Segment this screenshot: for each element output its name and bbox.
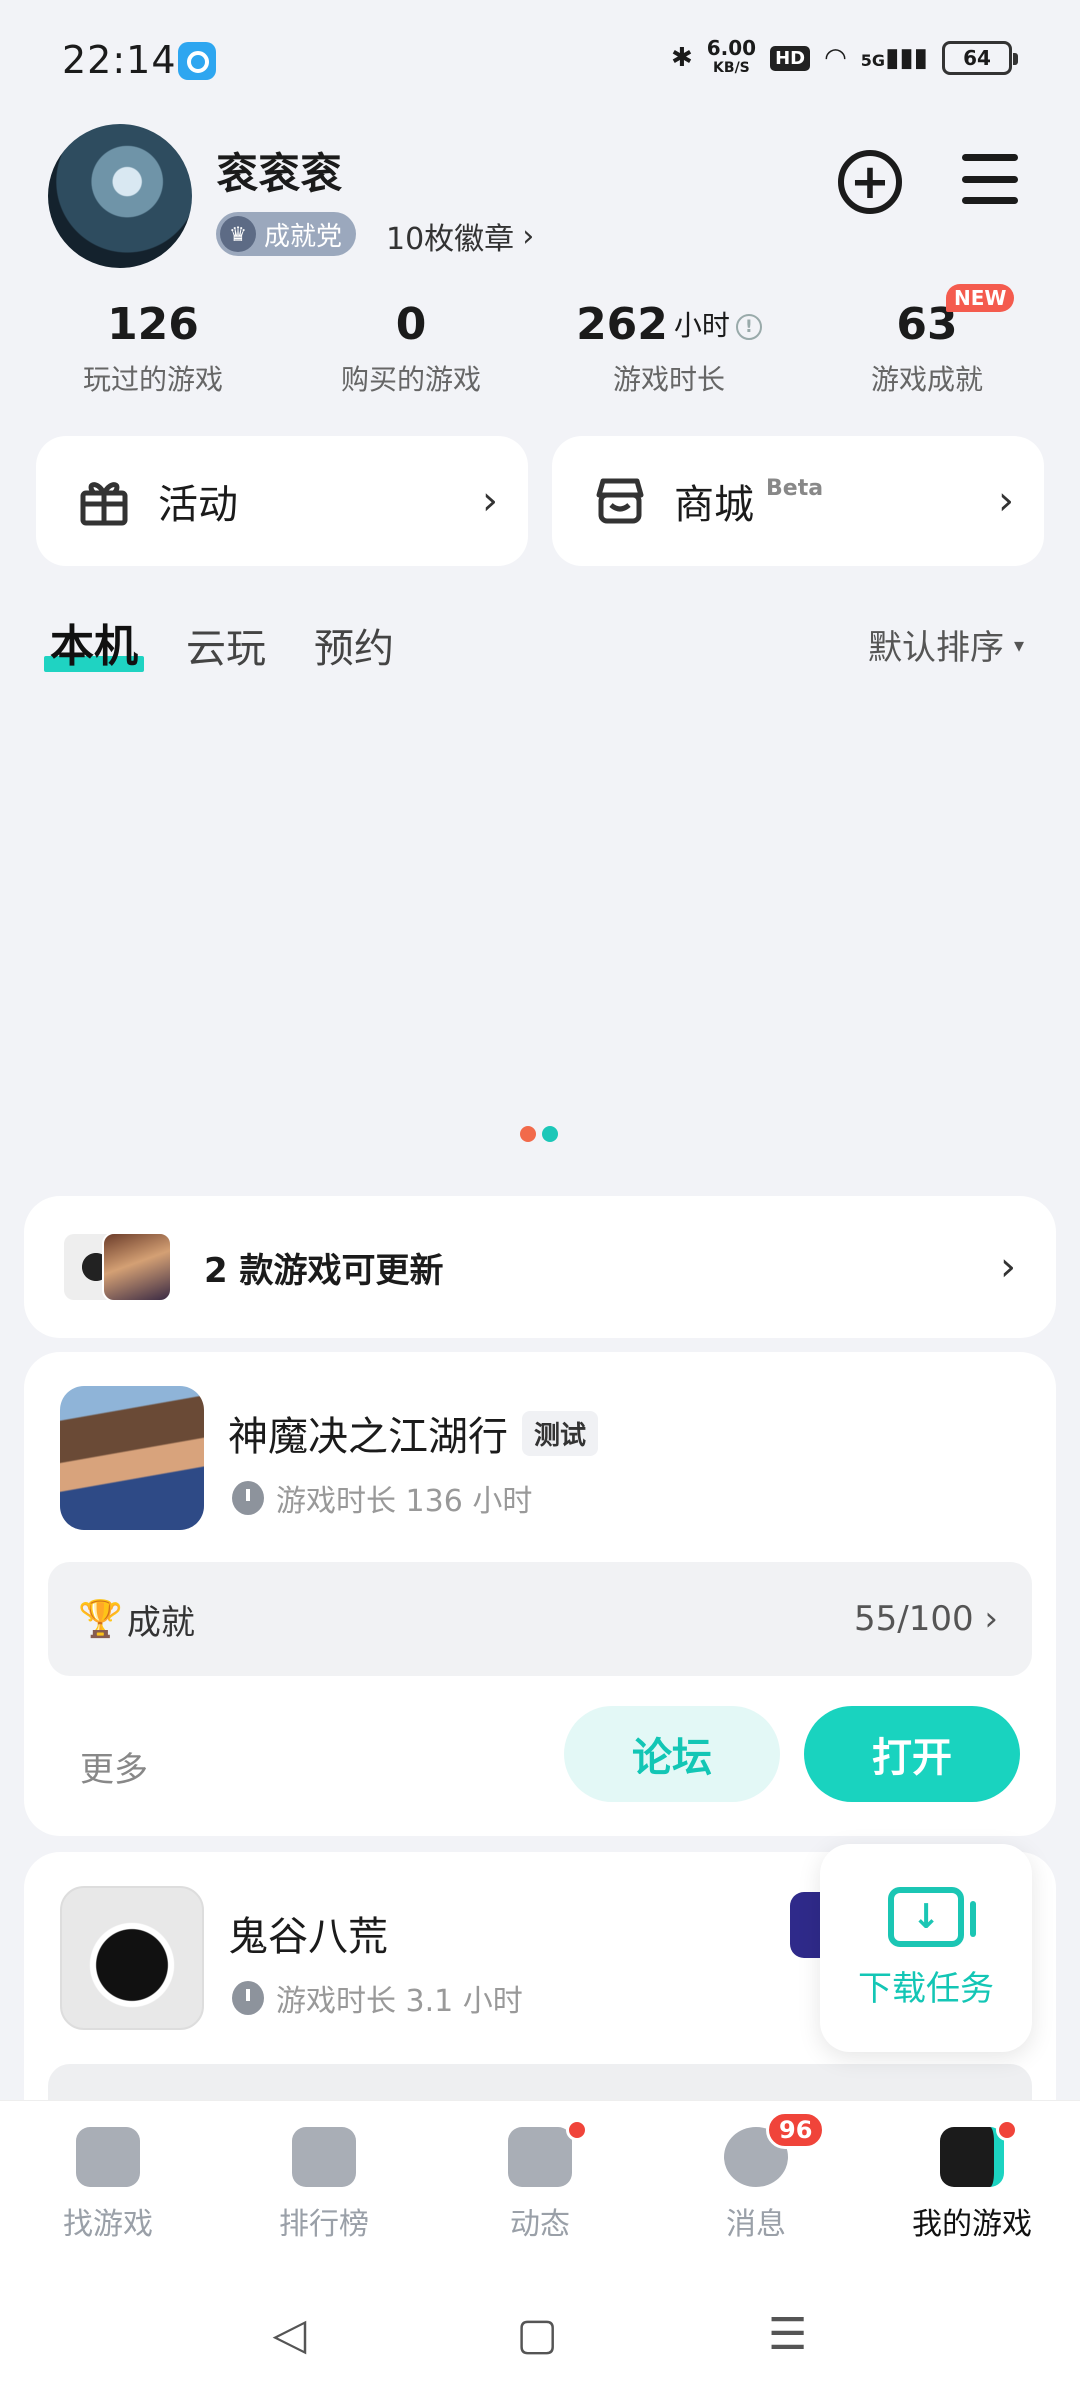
net-speed: 6.00 KB/S [706, 36, 757, 76]
avatar[interactable] [48, 124, 192, 268]
shop-card[interactable]: 商城 Beta › [552, 436, 1044, 566]
gift-icon [76, 473, 132, 529]
gamepad-icon [940, 2127, 1004, 2187]
stats-row: 126 玩过的游戏 0 购买的游戏 262 小时 ! 游戏时长 63 NEW 游… [24, 284, 1056, 404]
trophy-icon: ♛ [220, 216, 256, 252]
stopwatch-icon [232, 1981, 264, 2015]
game-icon [102, 1232, 172, 1302]
new-badge: NEW [946, 284, 1015, 312]
plus-icon: + [849, 154, 891, 210]
sort-dropdown[interactable]: 默认排序 ▾ [868, 620, 1024, 669]
stat-playtime[interactable]: 262 小时 ! 游戏时长 [540, 292, 798, 404]
rankings-icon [292, 2127, 356, 2187]
hd-icon: HD [770, 45, 811, 71]
updates-banner[interactable]: 2 款游戏可更新 › [24, 1196, 1056, 1338]
home-icon[interactable]: ▢ [516, 2309, 558, 2360]
game-playtime: 游戏时长 136 小时 [232, 1476, 532, 1520]
status-time: 22:14 [62, 38, 177, 82]
message-count-badge: 96 [766, 2111, 826, 2149]
recents-icon[interactable]: ☰ [768, 2309, 807, 2360]
bluetooth-icon: ✱ [670, 43, 693, 73]
info-icon[interactable]: ! [735, 314, 762, 340]
notification-dot [566, 2119, 588, 2141]
badge-count-link[interactable]: 10枚徽章 › [386, 214, 534, 258]
carousel-dot [520, 1126, 536, 1142]
chevron-right-icon: › [1000, 1244, 1016, 1290]
trophy-icon: 🏆 [78, 1599, 123, 1640]
download-icon: ↓ [888, 1886, 976, 1947]
shop-icon [592, 473, 648, 529]
battery-icon: 64 [942, 41, 1018, 75]
test-tag: 测试 [522, 1410, 599, 1456]
game-title[interactable]: 神魔决之江湖行 测试 [228, 1404, 599, 1462]
open-button[interactable]: 打开 [804, 1706, 1020, 1802]
more-button[interactable]: 更多 [80, 1742, 148, 1791]
stat-achievements[interactable]: 63 NEW 游戏成就 [798, 284, 1056, 404]
game-icon[interactable] [60, 1886, 204, 2030]
status-bar: 22:14 ✱ 6.00 KB/S HD ◠ 5G▮▮▮ 64 [0, 0, 1080, 120]
game-title[interactable]: 鬼谷八荒 [228, 1904, 388, 1962]
stopwatch-icon [232, 1481, 264, 1515]
game-card: 神魔决之江湖行 测试 游戏时长 136 小时 🏆 成就 55/100 › 更多 … [24, 1352, 1056, 1836]
add-button[interactable]: + [838, 150, 902, 214]
stat-played-games[interactable]: 126 玩过的游戏 [24, 292, 282, 404]
username[interactable]: 衮衮衮 [216, 140, 342, 201]
stat-purchased-games[interactable]: 0 购买的游戏 [282, 292, 540, 404]
title-badge[interactable]: ♛ 成就党 [216, 212, 357, 256]
chevron-right-icon: › [998, 478, 1014, 524]
nav-messages[interactable]: 96 消息 [648, 2101, 864, 2268]
caret-down-icon: ▾ [1013, 632, 1024, 657]
game-tabs: 本机 云玩 预约 [44, 610, 394, 674]
system-nav-bar: ◁ ▢ ☰ [0, 2268, 1080, 2400]
game-icon[interactable] [60, 1386, 204, 1530]
nav-find-games[interactable]: 找游戏 [0, 2101, 216, 2268]
activity-card[interactable]: 活动 › [36, 436, 528, 566]
achievements-row[interactable]: 🏆 成就 55/100 › [48, 1562, 1032, 1676]
nav-feed[interactable]: 动态 [432, 2101, 648, 2268]
game-playtime: 游戏时长 3.1 小时 [232, 1976, 523, 2020]
back-icon[interactable]: ◁ [273, 2309, 307, 2360]
status-icons: ✱ 6.00 KB/S HD ◠ 5G▮▮▮ 64 [670, 36, 1018, 80]
bottom-nav: 找游戏 排行榜 动态 96 消息 我的游戏 [0, 2100, 1080, 2268]
tab-cloud[interactable]: 云玩 [186, 616, 266, 674]
notification-dot [996, 2119, 1018, 2141]
nav-rankings[interactable]: 排行榜 [216, 2101, 432, 2268]
find-games-icon [76, 2127, 140, 2187]
beta-tag: Beta [766, 475, 824, 501]
forum-button[interactable]: 论坛 [564, 1706, 780, 1802]
menu-icon [962, 154, 1018, 161]
nav-my-games[interactable]: 我的游戏 [864, 2101, 1080, 2268]
download-tasks-button[interactable]: ↓ 下载任务 [820, 1844, 1032, 2052]
update-game-icons [64, 1232, 174, 1302]
carousel-indicator [520, 1126, 558, 1142]
carousel-dot [542, 1126, 558, 1142]
chevron-right-icon: › [522, 218, 535, 254]
chevron-right-icon: › [482, 478, 498, 524]
feed-icon [508, 2127, 572, 2187]
menu-button[interactable] [962, 154, 1018, 204]
tab-reserve[interactable]: 预约 [314, 616, 394, 674]
app-notification-icon [178, 42, 216, 80]
signal-icon: 5G▮▮▮ [860, 43, 928, 73]
wifi-icon: ◠ [824, 43, 847, 73]
tab-local[interactable]: 本机 [44, 610, 144, 674]
